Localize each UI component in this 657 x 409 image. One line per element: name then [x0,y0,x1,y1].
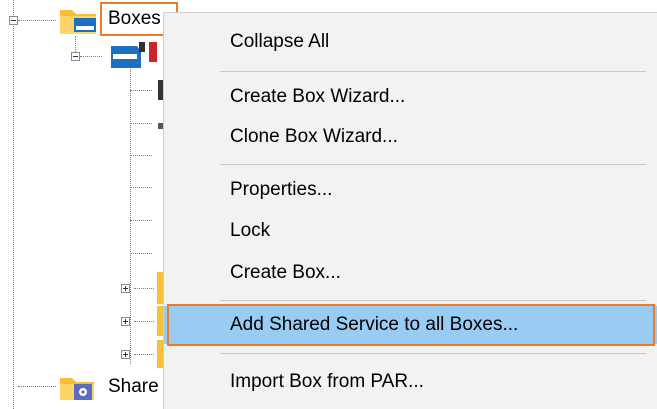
expand-node-toggle[interactable] [121,350,130,359]
tree-connector [130,155,152,156]
menu-item-label: Import Box from PAR... [230,371,424,392]
menu-item-clone-box-wizard[interactable]: Clone Box Wizard... [164,118,657,156]
menu-item-properties[interactable]: Properties... [164,171,657,209]
menu-item-label: Collapse All [230,31,330,52]
tree-connector [134,288,154,289]
tree-connector [134,354,154,355]
tree-connector [13,0,14,409]
menu-item-label: Clone Box Wizard... [230,126,398,147]
tree-connector [130,123,152,124]
menu-item-collapse-all[interactable]: Collapse All [164,23,657,61]
menu-separator [220,71,646,72]
expand-node-toggle[interactable] [121,317,130,326]
tree-connector [80,56,102,57]
expand-node-toggle[interactable] [121,284,130,293]
tree-connector [130,64,131,364]
menu-item-label: Lock [230,220,271,241]
box-item-label-fragment [149,42,157,62]
menu-item-label: Properties... [230,179,333,200]
menu-item-lock[interactable]: Lock [164,212,657,250]
box-icon [111,42,145,68]
collapse-boxes-toggle[interactable] [9,16,18,25]
tree-connector [130,253,152,254]
active-item-outline [167,304,655,346]
menu-item-create-box[interactable]: Create Box... [164,254,657,292]
menu-separator [220,164,646,165]
tree-connector [18,386,56,387]
menu-item-import-box-from-par[interactable]: Import Box from PAR... [164,363,657,401]
context-menu: Collapse All Create Box Wizard... Clone … [163,12,657,409]
tree-connector [130,90,152,91]
tree-connector [18,20,56,21]
tree-connector [130,220,152,221]
menu-separator [220,300,646,301]
tree-connector [130,187,152,188]
menu-separator [220,353,646,354]
menu-item-label: Create Box... [230,262,341,283]
tree-item-shared-label[interactable]: Share [108,376,159,398]
collapse-box-toggle[interactable] [71,52,80,61]
menu-item-create-box-wizard[interactable]: Create Box Wizard... [164,78,657,116]
menu-item-label: Create Box Wizard... [230,86,406,107]
folder-box-icon [60,10,96,34]
folder-gear-icon [60,378,94,400]
tree-connector [134,321,154,322]
